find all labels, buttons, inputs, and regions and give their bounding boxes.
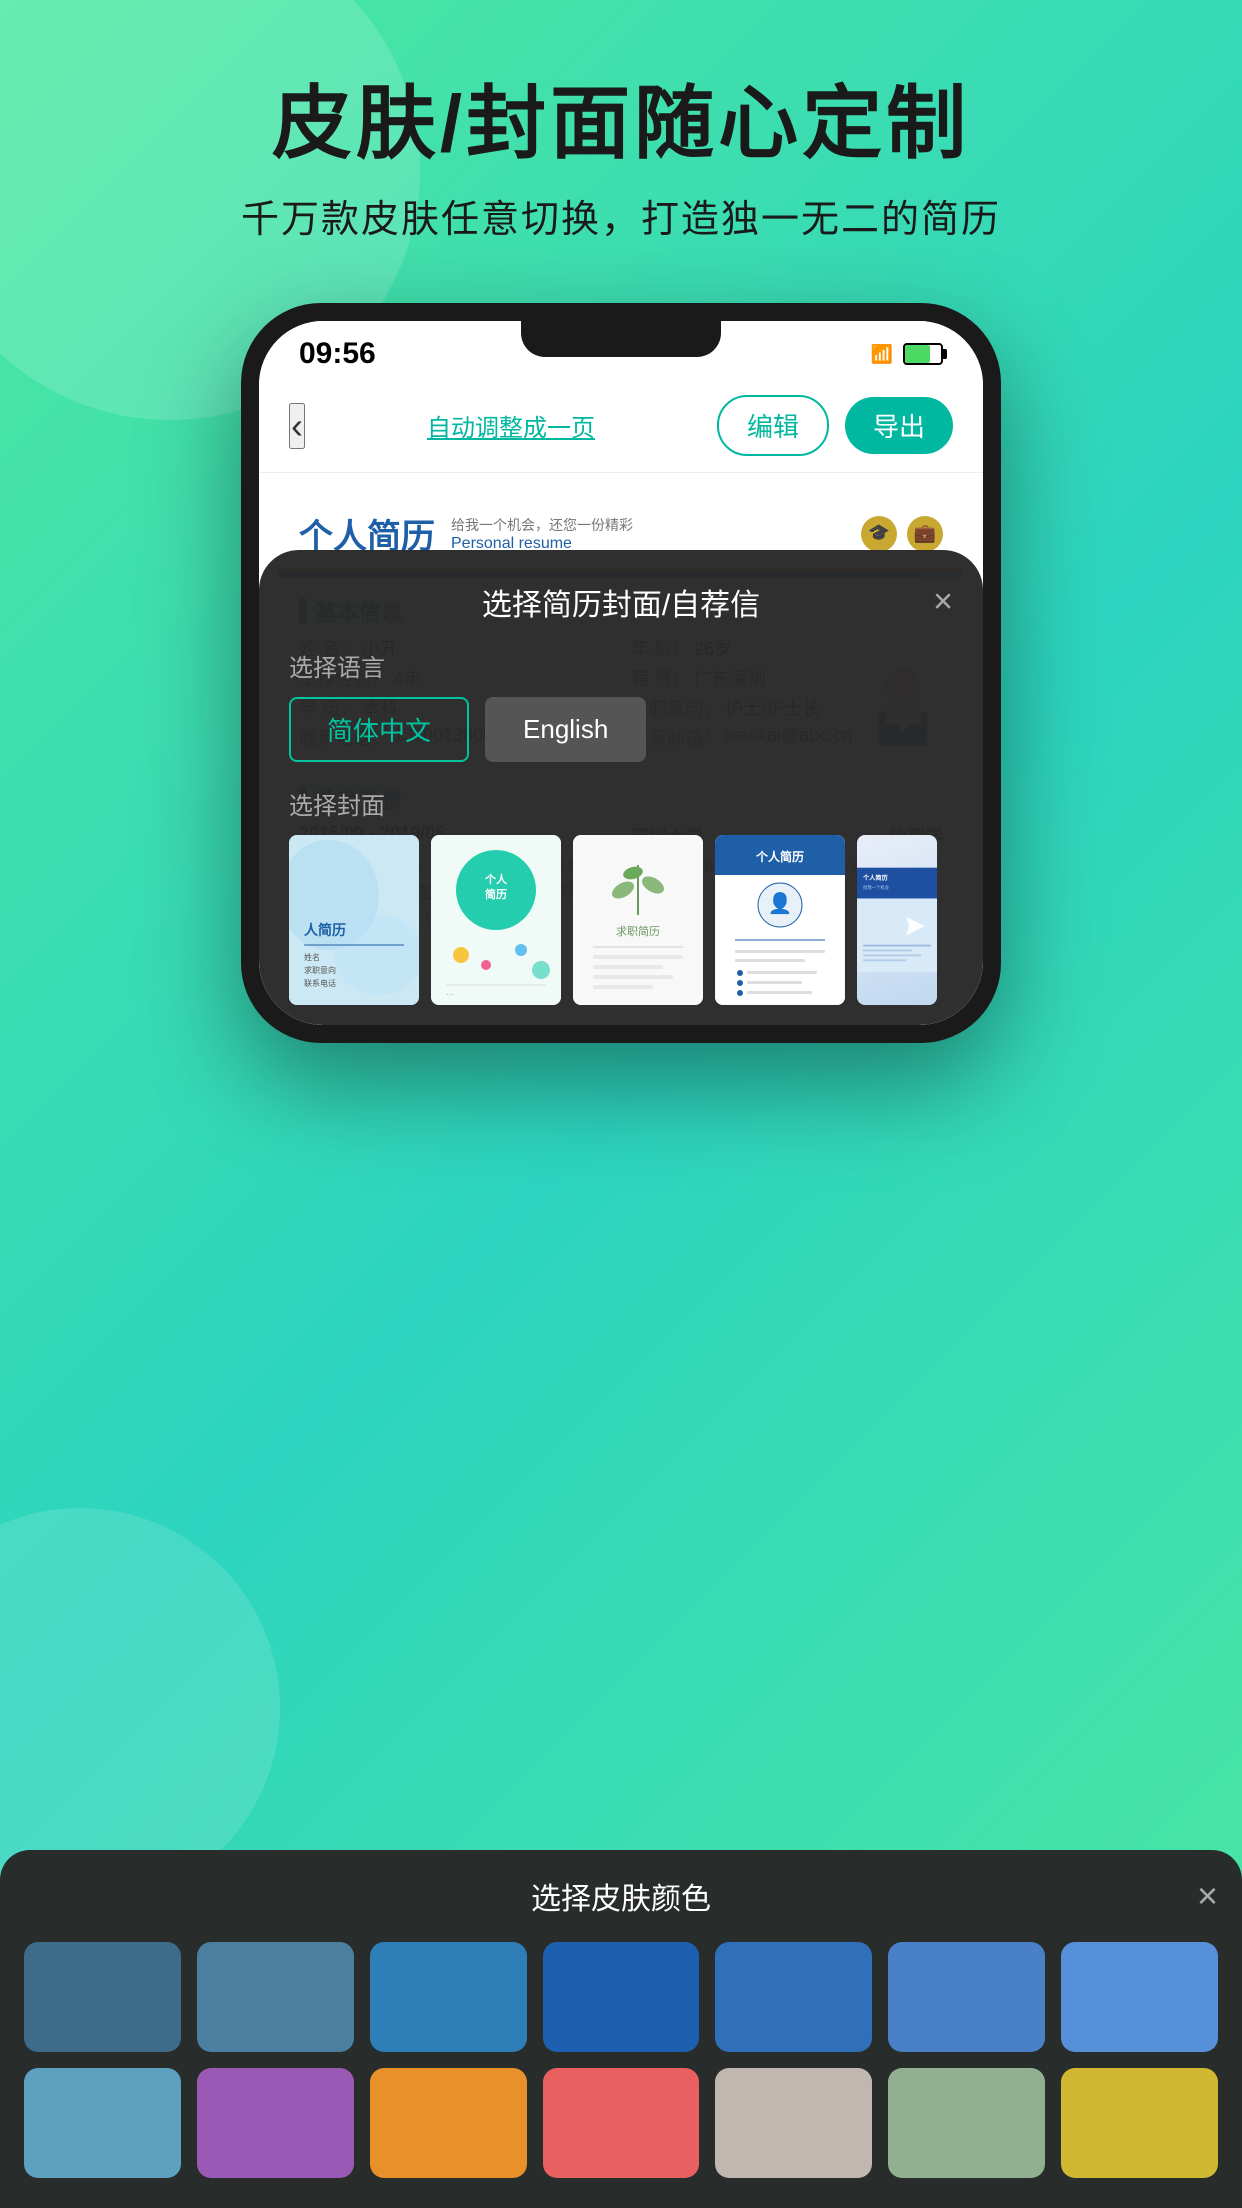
color-swatch-1[interactable] — [24, 1942, 181, 2052]
toolbar: ‹ 自动调整成一页 编辑 导出 — [259, 379, 983, 473]
export-button[interactable]: 导出 — [845, 397, 953, 454]
status-icons: 📶 — [871, 343, 943, 365]
svg-text:个人: 个人 — [484, 872, 508, 886]
lang-chinese-button[interactable]: 简体中文 — [289, 697, 469, 762]
svg-text:给我一个机会: 给我一个机会 — [863, 884, 889, 891]
battery-icon — [903, 343, 943, 365]
page-title: 皮肤/封面随心定制 — [0, 80, 1242, 168]
color-swatch-11[interactable] — [543, 2068, 700, 2178]
resume-title-sub: 给我一个机会，还您一份精彩 Personal resume — [451, 515, 633, 553]
wifi-icon: 📶 — [871, 344, 893, 365]
svg-text:👤: 👤 — [768, 891, 793, 915]
cover-modal: 选择简历封面/自荐信 × 选择语言 简体中文 English 选择封面 — [259, 550, 983, 1025]
cover-modal-close-button[interactable]: × — [933, 583, 953, 622]
svg-text:···: ··· — [446, 990, 454, 999]
color-swatch-9[interactable] — [197, 2068, 354, 2178]
page-subtitle: 千万款皮肤任意切换，打造独一无二的简历 — [0, 188, 1242, 243]
graduation-icon: 🎓 — [861, 516, 897, 552]
svg-text:求职简历: 求职简历 — [616, 924, 660, 938]
color-swatch-8[interactable] — [24, 2068, 181, 2178]
lang-english-button[interactable]: English — [485, 697, 646, 762]
cover-modal-title: 选择简历封面/自荐信 × — [289, 580, 953, 624]
auto-adjust-button[interactable]: 自动调整成一页 — [427, 415, 595, 442]
status-time: 09:56 — [299, 337, 376, 371]
color-swatch-14[interactable] — [1061, 2068, 1218, 2178]
cover-grid: 人简历 姓名 求职意向 联系电话 — [289, 835, 953, 1005]
cover-item-5[interactable]: 个人简历 给我一个机会 — [857, 835, 937, 1005]
color-swatch-3[interactable] — [370, 1942, 527, 2052]
svg-text:个人简历: 个人简历 — [862, 874, 888, 882]
resume-content: 个人简历 给我一个机会，还您一份精彩 Personal resume 🎓 💼 — [259, 473, 983, 1025]
phone-notch — [521, 321, 721, 357]
color-swatch-6[interactable] — [888, 1942, 1045, 2052]
skin-color-close-button[interactable]: × — [1197, 1875, 1218, 1917]
skin-color-title: 选择皮肤颜色 × — [24, 1874, 1218, 1918]
svg-text:姓名: 姓名 — [304, 952, 320, 962]
svg-text:求职意向: 求职意向 — [304, 965, 336, 975]
color-swatch-13[interactable] — [888, 2068, 1045, 2178]
color-swatch-5[interactable] — [715, 1942, 872, 2052]
language-label: 选择语言 — [289, 648, 953, 683]
phone-screen: 09:56 📶 ‹ 自动调整成一页 编辑 导出 — [259, 321, 983, 1025]
phone-mockup: 09:56 📶 ‹ 自动调整成一页 编辑 导出 — [0, 303, 1242, 1043]
edit-button[interactable]: 编辑 — [717, 395, 829, 456]
color-swatch-4[interactable] — [543, 1942, 700, 2052]
cover-item-3[interactable]: 求职简历 — [573, 835, 703, 1005]
phone-frame: 09:56 📶 ‹ 自动调整成一页 编辑 导出 — [241, 303, 1001, 1043]
language-options: 简体中文 English — [289, 697, 953, 762]
color-swatch-2[interactable] — [197, 1942, 354, 2052]
svg-text:联系电话: 联系电话 — [304, 978, 336, 988]
back-button[interactable]: ‹ — [289, 403, 305, 449]
resume-subtitle-cn: 给我一个机会，还您一份精彩 — [451, 515, 633, 535]
svg-text:个人简历: 个人简历 — [755, 849, 804, 864]
toolbar-center: 自动调整成一页 — [321, 408, 701, 443]
color-swatch-7[interactable] — [1061, 1942, 1218, 2052]
battery-fill — [905, 345, 930, 363]
color-swatch-10[interactable] — [370, 2068, 527, 2178]
cover-item-4[interactable]: 个人简历 👤 — [715, 835, 845, 1005]
briefcase-icon: 💼 — [907, 516, 943, 552]
cover-item-2[interactable]: 个人 简历 ··· — [431, 835, 561, 1005]
svg-text:人简历: 人简历 — [304, 922, 346, 938]
skin-color-modal: 选择皮肤颜色 × — [0, 1850, 1242, 2208]
cover-label: 选择封面 — [289, 786, 953, 821]
color-grid-row1 — [24, 1942, 1218, 2178]
cover-item-1[interactable]: 人简历 姓名 求职意向 联系电话 — [289, 835, 419, 1005]
color-swatch-12[interactable] — [715, 2068, 872, 2178]
svg-text:简历: 简历 — [485, 887, 507, 901]
resume-header-icons: 🎓 💼 — [861, 516, 943, 552]
